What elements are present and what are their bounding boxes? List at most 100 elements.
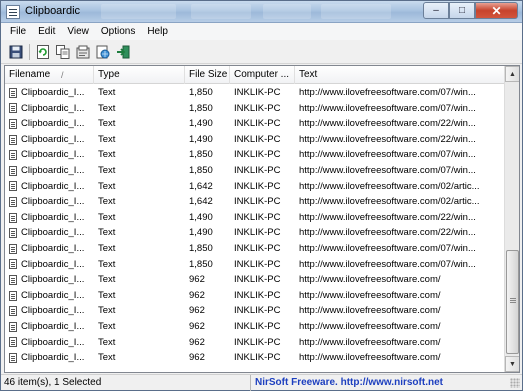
status-credit-link[interactable]: NirSoft Freeware. http://www.nirsoft.net: [255, 375, 443, 391]
column-header-computer[interactable]: Computer ...: [230, 66, 295, 84]
cell-computer: INKLIK-PC: [234, 274, 281, 286]
cell-computer: INKLIK-PC: [234, 258, 281, 270]
scroll-down-button[interactable]: ▼: [505, 356, 519, 372]
close-button[interactable]: ✕: [475, 2, 518, 19]
table-row[interactable]: Clipboardic_I... Text 1,642 INKLIK-PC http:/…: [5, 194, 505, 210]
cell-filename: Clipboardic_I...: [5, 241, 94, 257]
table-row[interactable]: Clipboardic_I... Text 962 INKLIK-PC http://w…: [5, 335, 505, 351]
table-row[interactable]: Clipboardic_I... Text 962 INKLIK-PC http://w…: [5, 303, 505, 319]
scroll-up-button[interactable]: ▲: [505, 66, 519, 82]
cell-file-size: 1,490: [189, 133, 213, 145]
maximize-button[interactable]: □: [449, 2, 475, 19]
cell-text: http://www.ilovefreesoftware.com/22/win.…: [299, 227, 476, 239]
cell-file-size: 962: [189, 336, 205, 348]
menu-file[interactable]: File: [4, 23, 32, 40]
minimize-button[interactable]: –: [423, 2, 449, 19]
cell-type: Text: [98, 352, 116, 364]
filename-text: Clipboardic_I...: [21, 211, 85, 223]
title-bar[interactable]: Clipboardic – □ ✕: [1, 1, 522, 23]
table-row[interactable]: Clipboardic_I... Text 962 INKLIK-PC http://w…: [5, 350, 505, 366]
cell-computer: INKLIK-PC: [234, 133, 281, 145]
sort-indicator-icon: /: [61, 70, 64, 80]
cell-file-size: 1,850: [189, 242, 213, 254]
list-header: Filename / Type File Size Computer ... T…: [5, 66, 506, 84]
table-row[interactable]: Clipboardic_I... Text 1,850 INKLIK-PC http:/…: [5, 257, 505, 273]
filename-text: Clipboardic_I...: [21, 133, 85, 145]
cell-text: http://www.ilovefreesoftware.com/07/win.…: [299, 258, 476, 270]
cell-type: Text: [98, 242, 116, 254]
menu-edit[interactable]: Edit: [32, 23, 61, 40]
clipboard-items-list[interactable]: Filename / Type File Size Computer ... T…: [4, 65, 520, 373]
filename-text: Clipboardic_I...: [21, 305, 85, 317]
cell-filename: Clipboardic_I...: [5, 288, 94, 304]
column-header-filename[interactable]: Filename /: [5, 66, 94, 84]
clipboard-app-icon: [6, 5, 20, 19]
menu-options[interactable]: Options: [95, 23, 141, 40]
cell-computer: INKLIK-PC: [234, 149, 281, 161]
html-report-button[interactable]: [93, 42, 113, 62]
table-row[interactable]: Clipboardic_I... Text 962 INKLIK-PC http://w…: [5, 272, 505, 288]
cell-type: Text: [98, 164, 116, 176]
filename-text: Clipboardic_I...: [21, 289, 85, 301]
toolbar-separator: [29, 43, 30, 60]
table-row[interactable]: Clipboardic_I... Text 962 INKLIK-PC http://w…: [5, 288, 505, 304]
cell-file-size: 962: [189, 289, 205, 301]
cell-filename: Clipboardic_I...: [5, 101, 94, 117]
cell-computer: INKLIK-PC: [234, 227, 281, 239]
cell-text: http://www.ilovefreesoftware.com/07/win.…: [299, 164, 476, 176]
copy-button[interactable]: [53, 42, 73, 62]
filename-text: Clipboardic_I...: [21, 320, 85, 332]
cell-text: http://www.ilovefreesoftware.com/07/win.…: [299, 87, 476, 98]
menu-bar: File Edit View Options Help: [1, 23, 522, 40]
table-row[interactable]: Clipboardic_I... Text 1,490 INKLIK-PC http:/…: [5, 225, 505, 241]
table-row[interactable]: Clipboardic_I... Text 962 INKLIK-PC http://w…: [5, 319, 505, 335]
cell-file-size: 962: [189, 320, 205, 332]
cell-file-size: 1,642: [189, 196, 213, 208]
cell-type: Text: [98, 211, 116, 223]
table-row[interactable]: Clipboardic_I... Text 1,850 INKLIK-PC http:/…: [5, 101, 505, 117]
save-button[interactable]: [6, 42, 26, 62]
table-row[interactable]: Clipboardic_I... Text 1,850 INKLIK-PC http:/…: [5, 147, 505, 163]
exit-button[interactable]: [113, 42, 133, 62]
status-item-count: 46 item(s), 1 Selected: [4, 375, 251, 391]
text-document-icon: [9, 196, 17, 207]
table-row[interactable]: Clipboardic_I... Text 1,850 INKLIK-PC http:/…: [5, 241, 505, 257]
menu-view[interactable]: View: [61, 23, 95, 40]
column-header-type[interactable]: Type: [94, 66, 185, 84]
table-row[interactable]: Clipboardic_I... Text 1,490 INKLIK-PC http:/…: [5, 116, 505, 132]
cell-text: http://www.ilovefreesoftware.com/: [299, 289, 441, 301]
column-header-label: Type: [98, 69, 120, 80]
filename-text: Clipboardic_I...: [21, 164, 85, 176]
column-header-label: Filename: [9, 69, 51, 80]
table-row[interactable]: Clipboardic_I... Text 1,490 INKLIK-PC http:/…: [5, 132, 505, 148]
cell-type: Text: [98, 87, 116, 98]
cell-computer: INKLIK-PC: [234, 211, 281, 223]
text-document-icon: [9, 228, 17, 239]
vertical-scrollbar[interactable]: ▲ ▼: [504, 66, 519, 372]
cell-filename: Clipboardic_I...: [5, 272, 94, 288]
table-row[interactable]: Clipboardic_I... Text 1,850 INKLIK-PC http:/…: [5, 163, 505, 179]
text-document-icon: [9, 150, 17, 161]
scrollbar-thumb[interactable]: [506, 250, 519, 354]
cell-filename: Clipboardic_I...: [5, 303, 94, 319]
table-row[interactable]: Clipboardic_I... Text 1,490 INKLIK-PC http:/…: [5, 210, 505, 226]
resize-grip-icon[interactable]: [510, 378, 520, 388]
column-header-file-size[interactable]: File Size: [185, 66, 230, 84]
refresh-icon: [37, 44, 49, 59]
text-document-icon: [9, 103, 17, 114]
save-icon: [9, 45, 23, 58]
cell-type: Text: [98, 196, 116, 208]
cell-computer: INKLIK-PC: [234, 289, 281, 301]
table-row[interactable]: Clipboardic_I... Text 1,850 INKLIK-PC http:/…: [5, 85, 505, 101]
properties-icon: [76, 45, 90, 58]
table-row[interactable]: Clipboardic_I... Text 1,642 INKLIK-PC http:/…: [5, 179, 505, 195]
cell-type: Text: [98, 289, 116, 301]
filename-text: Clipboardic_I...: [21, 242, 85, 254]
scroll-down-icon: ▼: [509, 360, 516, 368]
refresh-button[interactable]: [33, 42, 53, 62]
properties-button[interactable]: [73, 42, 93, 62]
cell-text: http://www.ilovefreesoftware.com/22/win.…: [299, 211, 476, 223]
filename-text: Clipboardic_I...: [21, 274, 85, 286]
menu-help[interactable]: Help: [141, 23, 174, 40]
column-header-text[interactable]: Text: [295, 66, 505, 84]
